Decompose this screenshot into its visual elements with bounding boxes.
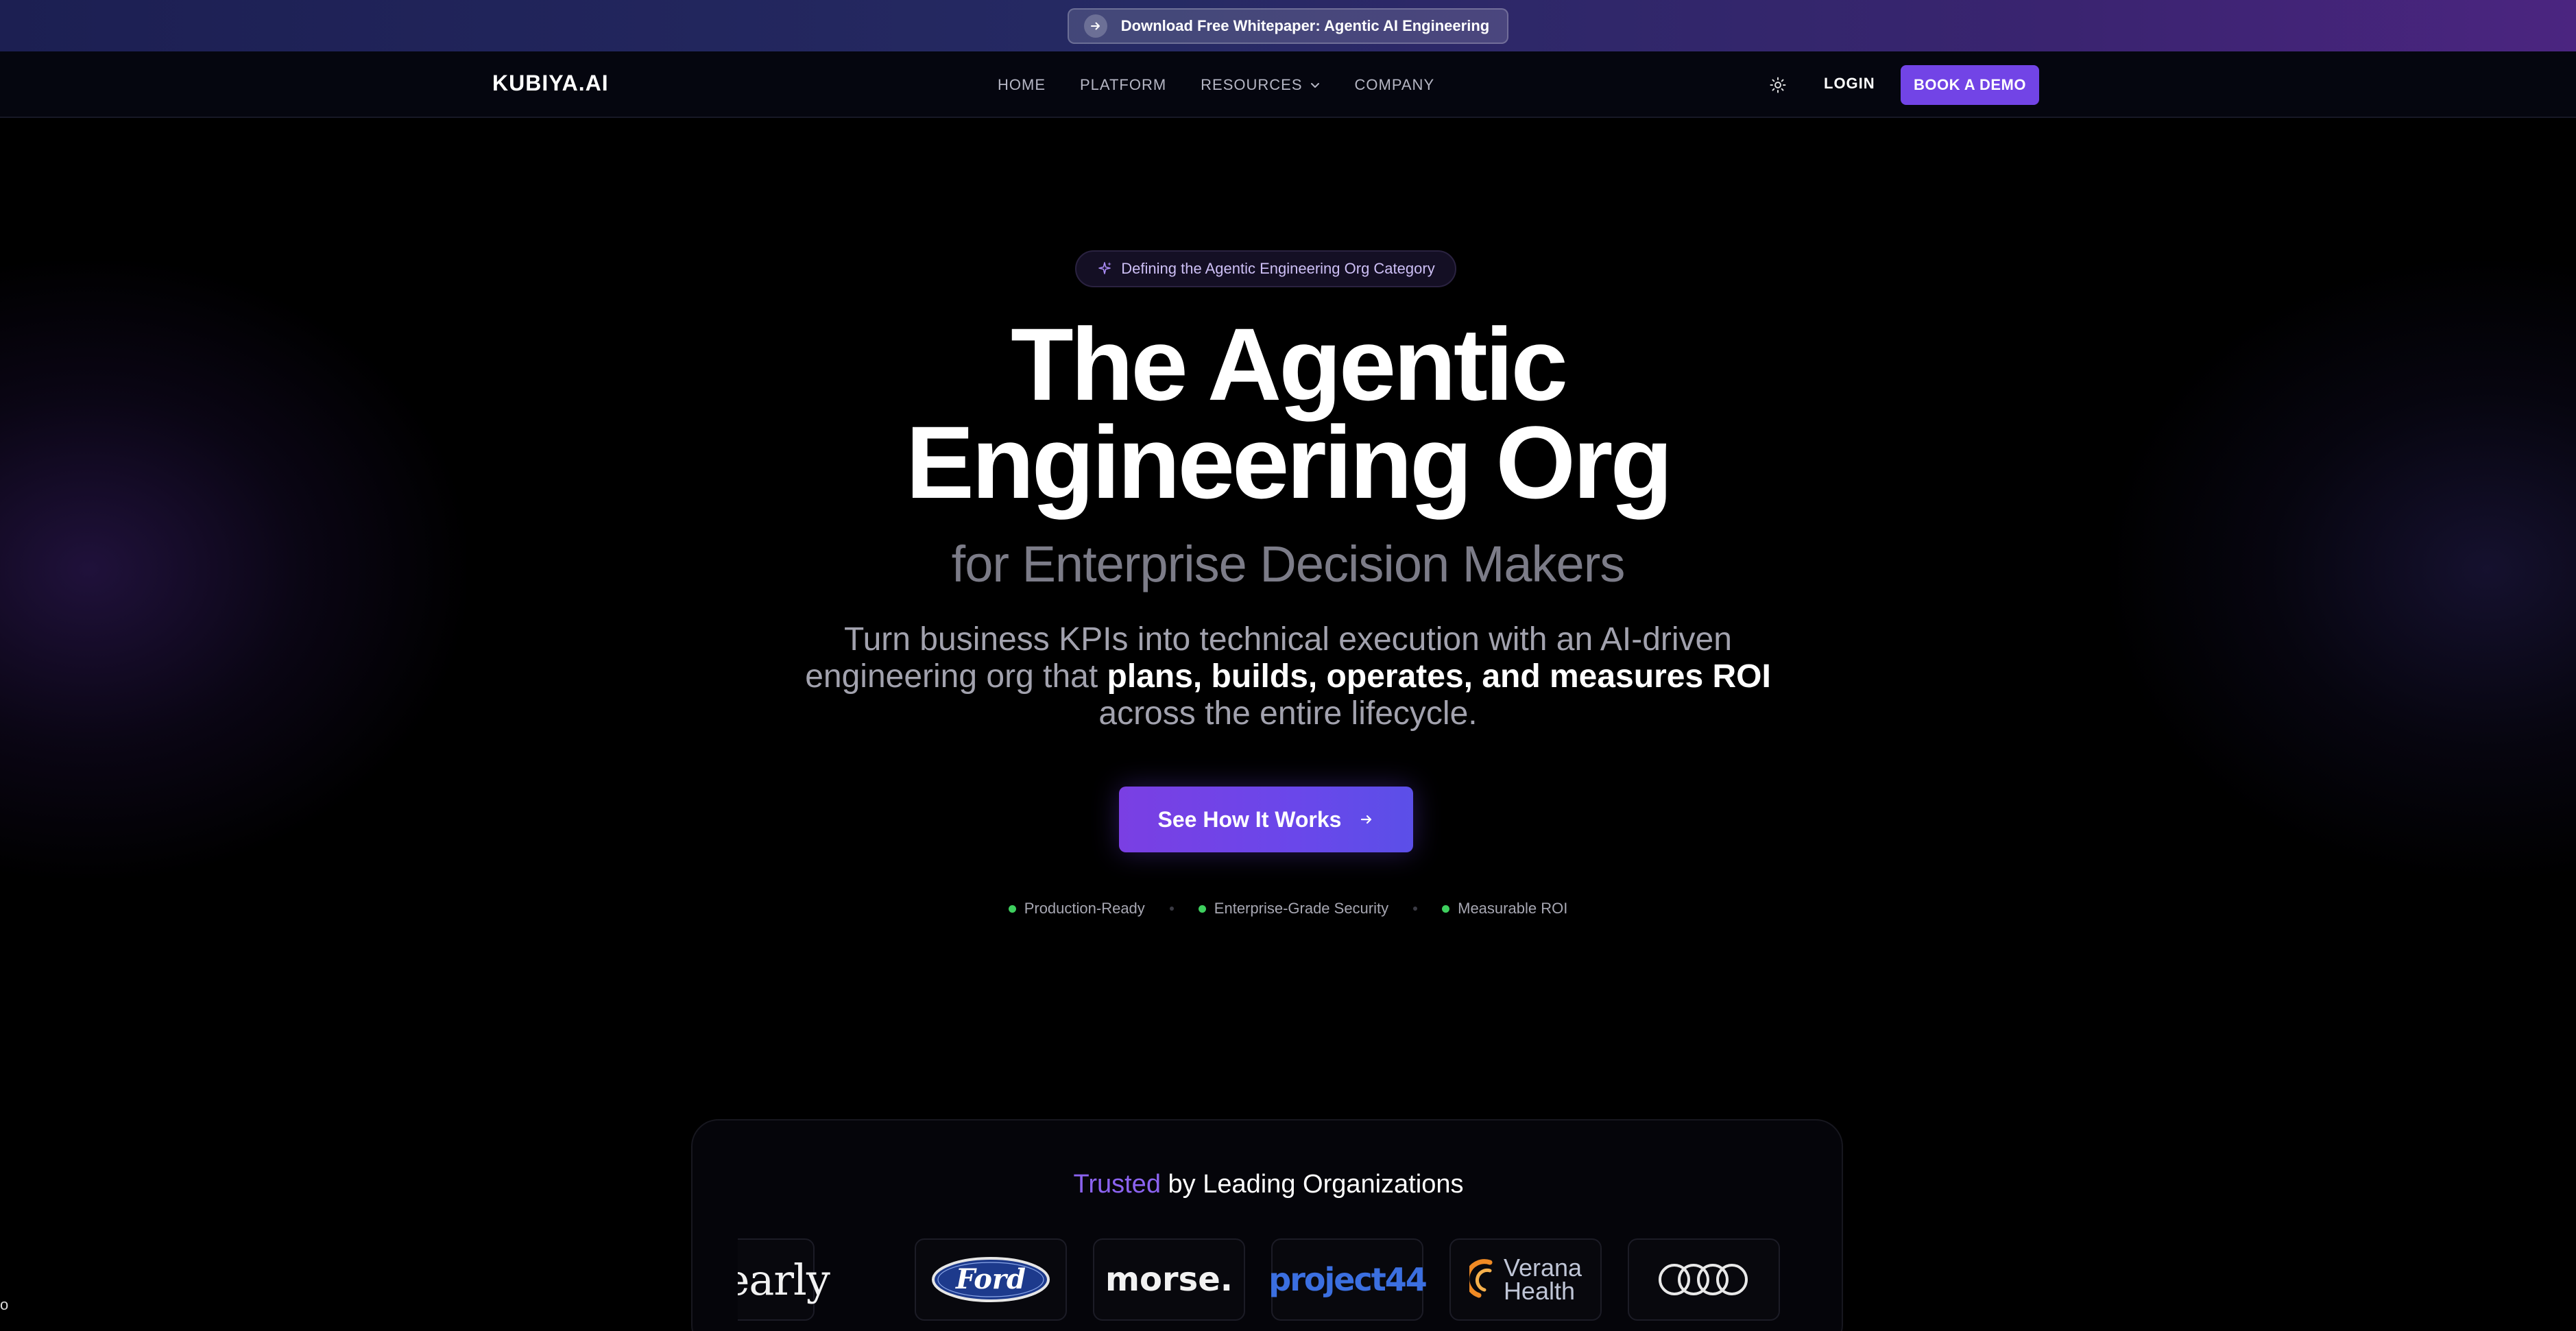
corner-glyph: o	[0, 1296, 9, 1313]
whitepaper-download-link[interactable]: Download Free Whitepaper: Agentic AI Eng…	[1067, 8, 1509, 44]
theme-toggle-button[interactable]	[1763, 73, 1793, 97]
logo-card-audi	[1628, 1238, 1780, 1321]
hero-description-post: across the entire lifecycle.	[1098, 695, 1478, 732]
sun-icon	[1770, 77, 1786, 93]
logo-card-project44: project44	[1268, 1238, 1428, 1321]
project44-logo: project44	[1268, 1261, 1427, 1298]
cta-label: See How It Works	[1157, 806, 1342, 832]
nav-links: HOME PLATFORM RESOURCES COMPANY	[998, 51, 1434, 118]
trusted-title-accent: Trusted	[1073, 1170, 1161, 1199]
feature-list: Production-Ready Enterprise-Grade Securi…	[0, 900, 2576, 918]
arrow-right-icon	[1083, 14, 1107, 38]
announcement-banner: Download Free Whitepaper: Agentic AI Eng…	[0, 0, 2576, 51]
see-how-it-works-button[interactable]: See How It Works	[1119, 787, 1413, 852]
category-badge: Defining the Agentic Engineering Org Cat…	[1075, 250, 1456, 287]
trusted-title-rest: by Leading Organizations	[1160, 1170, 1464, 1199]
ford-logo: Ford	[932, 1257, 1050, 1302]
whitepaper-label: Download Free Whitepaper: Agentic AI Eng…	[1120, 16, 1490, 34]
clearly-logo: clearly	[738, 1254, 830, 1305]
login-link[interactable]: LOGIN	[1824, 75, 1875, 93]
logo-carousel: clearly Ford morse. project44	[738, 1238, 1798, 1321]
logo-card-ford: Ford	[915, 1238, 1067, 1321]
nav-item-resources[interactable]: RESOURCES	[1201, 76, 1320, 94]
arrow-right-icon	[1361, 815, 1372, 824]
hero-title-line2: Engineering Org	[905, 405, 1673, 520]
logo-card-morse: morse.	[1093, 1238, 1245, 1321]
nav-item-resources-label: RESOURCES	[1201, 75, 1303, 93]
verana-health-line2: Health	[1503, 1277, 1575, 1305]
top-navigation: KUBIYA.AI HOME PLATFORM RESOURCES COMPAN…	[0, 51, 2576, 118]
logo-card-clearly: clearly	[738, 1238, 830, 1321]
nav-item-company[interactable]: COMPANY	[1355, 76, 1435, 94]
status-dot	[1008, 904, 1016, 913]
verana-health-line1: Verana	[1503, 1254, 1582, 1282]
nav-item-home-label: HOME	[998, 75, 1046, 93]
feature-label: Measurable ROI	[1458, 900, 1568, 917]
status-dot	[1198, 904, 1206, 913]
separator-dot	[1169, 907, 1174, 911]
audi-rings-icon	[1659, 1264, 1748, 1295]
chevron-down-icon	[1310, 82, 1319, 88]
nav-item-company-label: COMPANY	[1354, 75, 1435, 93]
feature-label: Production-Ready	[1024, 900, 1145, 917]
morse-logo: morse.	[1105, 1260, 1233, 1299]
nav-item-home[interactable]: HOME	[998, 76, 1046, 94]
nav-item-platform[interactable]: PLATFORM	[1080, 76, 1166, 94]
hero-description-bold: plans, builds, operates, and measures RO…	[1107, 658, 1771, 695]
trusted-title: Trusted by Leading Organizations	[693, 1170, 1844, 1199]
nav-item-platform-label: PLATFORM	[1080, 75, 1167, 93]
status-dot	[1442, 904, 1450, 913]
category-badge-label: Defining the Agentic Engineering Org Cat…	[1121, 260, 1435, 277]
verana-health-logo: Verana Health	[1503, 1254, 1582, 1305]
book-demo-button[interactable]: BOOK A DEMO	[1901, 65, 2039, 105]
page: Download Free Whitepaper: Agentic AI Eng…	[0, 0, 2576, 1331]
feature-measurable-roi: Measurable ROI	[1442, 900, 1567, 918]
feature-label: Enterprise-Grade Security	[1214, 900, 1389, 917]
hero-description: Turn business KPIs into technical execut…	[754, 621, 1822, 732]
trusted-by-section: Trusted by Leading Organizations clearly…	[691, 1119, 1843, 1331]
verana-health-mark-icon	[1469, 1259, 1493, 1298]
feature-production-ready: Production-Ready	[1008, 900, 1145, 918]
hero-title: The Agentic Engineering Org	[0, 313, 2576, 514]
kubiya-logo[interactable]: KUBIYA.AI	[492, 71, 609, 96]
logo-card-verana-health: Verana Health	[1449, 1238, 1602, 1321]
feature-enterprise-security: Enterprise-Grade Security	[1198, 900, 1389, 918]
ford-logo-text: Ford	[955, 1263, 1026, 1295]
hero-subtitle: for Enterprise Decision Makers	[951, 536, 1626, 592]
sparkle-icon	[1098, 262, 1112, 274]
separator-dot	[1413, 907, 1418, 911]
